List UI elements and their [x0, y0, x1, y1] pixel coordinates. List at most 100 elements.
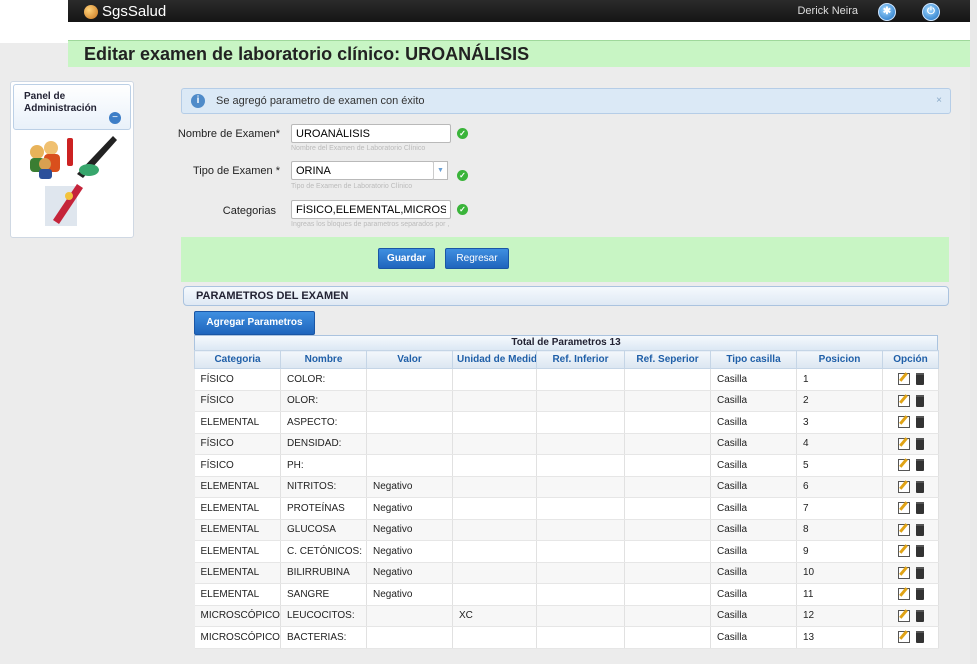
row-options [882, 540, 939, 563]
column-header-posicion[interactable]: Posicion [796, 350, 883, 369]
edit-icon[interactable] [897, 459, 910, 472]
table-cell: SANGRE [280, 583, 367, 606]
trash-icon[interactable] [915, 566, 924, 579]
table-cell: Negativo [366, 583, 453, 606]
trash-icon[interactable] [915, 588, 924, 601]
column-header-tipo-casilla[interactable]: Tipo casilla [710, 350, 797, 369]
trash-icon[interactable] [915, 480, 924, 493]
table-cell: 9 [796, 540, 883, 563]
edit-icon[interactable] [897, 480, 910, 493]
user-name[interactable]: Derick Neira [797, 5, 858, 17]
exam-name-input[interactable] [291, 124, 451, 143]
table-cell: 3 [796, 411, 883, 434]
admin-panel-header: Panel de Administración − [13, 84, 131, 130]
table-row[interactable]: MICROSCÓPICO LEUCOCITOS: XC Casilla 12 [194, 605, 939, 627]
column-header-nombre[interactable]: Nombre [280, 350, 367, 369]
table-cell [536, 476, 625, 498]
edit-icon[interactable] [897, 523, 910, 536]
row-options [882, 411, 939, 434]
power-icon[interactable]: ⏻ [922, 3, 940, 21]
table-row[interactable]: ELEMENTAL SANGRE Negativo Casilla 11 [194, 583, 939, 606]
table-row[interactable]: ELEMENTAL PROTEÍNAS Negativo Casilla 7 [194, 497, 939, 520]
table-cell: Casilla [710, 540, 797, 563]
table-row[interactable]: ELEMENTAL BILIRRUBINA Negativo Casilla 10 [194, 562, 939, 584]
exam-name-hint: Nombre del Examen de Laboratorio Clínico [291, 145, 426, 152]
table-cell [536, 411, 625, 434]
trash-icon[interactable] [915, 502, 924, 515]
trash-icon[interactable] [915, 394, 924, 407]
table-cell: Casilla [710, 519, 797, 541]
table-cell [366, 433, 453, 455]
table-cell: ELEMENTAL [194, 519, 281, 541]
trash-icon[interactable] [915, 437, 924, 450]
column-header-valor[interactable]: Valor [366, 350, 453, 369]
table-cell [536, 540, 625, 563]
table-cell: ELEMENTAL [194, 411, 281, 434]
trash-icon[interactable] [915, 631, 924, 644]
table-cell [452, 390, 537, 412]
table-cell: Negativo [366, 540, 453, 563]
edit-icon[interactable] [897, 588, 910, 601]
chevron-down-icon[interactable]: ▼ [433, 161, 448, 180]
row-options [882, 433, 939, 455]
edit-icon[interactable] [897, 437, 910, 450]
table-cell: DENSIDAD: [280, 433, 367, 455]
table-row[interactable]: ELEMENTAL ASPECTO: Casilla 3 [194, 411, 939, 434]
table-cell [624, 368, 711, 391]
table-cell [452, 476, 537, 498]
table-cell: 5 [796, 454, 883, 477]
edit-icon[interactable] [897, 631, 910, 644]
table-cell [366, 605, 453, 627]
edit-icon[interactable] [897, 566, 910, 579]
table-row[interactable]: ELEMENTAL C. CETÓNICOS: Negativo Casilla 9 [194, 540, 939, 563]
table-row[interactable]: MICROSCÓPICO BACTERIAS: Casilla 13 [194, 626, 939, 649]
trash-icon[interactable] [915, 523, 924, 536]
table-row[interactable]: FÍSICO DENSIDAD: Casilla 4 [194, 433, 939, 455]
settings-icon[interactable]: ✱ [878, 3, 896, 21]
table-row[interactable]: FÍSICO PH: Casilla 5 [194, 454, 939, 477]
row-options [882, 476, 939, 498]
edit-icon[interactable] [897, 394, 910, 407]
table-cell [366, 454, 453, 477]
scrollbar[interactable] [970, 0, 977, 664]
exam-type-select[interactable] [291, 161, 434, 180]
trash-icon[interactable] [915, 609, 924, 622]
trash-icon[interactable] [915, 416, 924, 429]
categories-input[interactable] [291, 200, 451, 219]
table-row[interactable]: ELEMENTAL NITRITOS: Negativo Casilla 6 [194, 476, 939, 498]
collapse-icon[interactable]: − [109, 112, 121, 124]
close-icon[interactable]: × [936, 95, 942, 106]
edit-icon[interactable] [897, 609, 910, 622]
column-header-categoria[interactable]: Categoria [194, 350, 281, 369]
table-header-row: Categoria Nombre Valor Unidad de Medida … [194, 350, 939, 369]
table-row[interactable]: FÍSICO COLOR: Casilla 1 [194, 368, 939, 391]
trash-icon[interactable] [915, 459, 924, 472]
edit-icon[interactable] [897, 502, 910, 515]
column-header-unidad[interactable]: Unidad de Medida [452, 350, 537, 369]
parameters-section-header: PARAMETROS DEL EXAMEN [183, 286, 949, 306]
table-cell [536, 497, 625, 520]
admin-panel-title: Panel de Administración [24, 91, 97, 114]
app-logo[interactable]: SgsSalud [84, 3, 166, 20]
table-cell: Negativo [366, 497, 453, 520]
back-button[interactable]: Regresar [445, 248, 509, 269]
edit-icon[interactable] [897, 416, 910, 429]
app-header: SgsSalud Derick Neira ✱ ⏻ [68, 0, 970, 22]
admin-tools-icon[interactable] [25, 134, 121, 230]
edit-icon[interactable] [897, 373, 910, 386]
column-header-ref-inferior[interactable]: Ref. Inferior [536, 350, 625, 369]
table-cell [452, 368, 537, 391]
trash-icon[interactable] [915, 545, 924, 558]
row-options [882, 583, 939, 606]
save-button[interactable]: Guardar [378, 248, 435, 269]
table-row[interactable]: ELEMENTAL GLUCOSA Negativo Casilla 8 [194, 519, 939, 541]
add-parameters-button[interactable]: Agregar Parametros [194, 311, 315, 335]
table-cell [536, 390, 625, 412]
table-cell: ELEMENTAL [194, 583, 281, 606]
column-header-opcion: Opción [882, 350, 939, 369]
edit-icon[interactable] [897, 545, 910, 558]
table-row[interactable]: FÍSICO OLOR: Casilla 2 [194, 390, 939, 412]
trash-icon[interactable] [915, 373, 924, 386]
column-header-ref-superior[interactable]: Ref. Seperior [624, 350, 711, 369]
table-cell [536, 583, 625, 606]
